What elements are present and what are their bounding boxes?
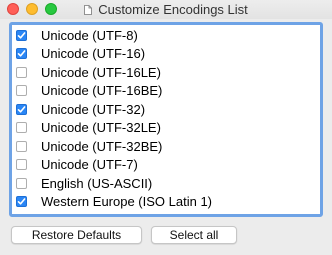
encodings-list[interactable]: Unicode (UTF-8) Unicode (UTF-16) Unicode (… xyxy=(9,22,323,217)
list-item[interactable]: Unicode (UTF-32LE) xyxy=(12,119,320,138)
checkmark-icon xyxy=(17,31,26,39)
list-item[interactable]: Unicode (UTF-32BE) xyxy=(12,137,320,156)
list-item[interactable]: Unicode (UTF-32) xyxy=(12,100,320,119)
encoding-label: Unicode (UTF-16) xyxy=(41,46,146,62)
list-item[interactable]: Unicode (UTF-16LE) xyxy=(12,63,320,82)
encoding-label: Unicode (UTF-8) xyxy=(41,27,138,43)
select-all-button[interactable]: Select all xyxy=(151,226,237,244)
encoding-label: Unicode (UTF-16LE) xyxy=(41,64,161,80)
encoding-checkbox[interactable] xyxy=(16,66,27,78)
encoding-checkbox[interactable] xyxy=(16,29,27,41)
encoding-checkbox[interactable] xyxy=(16,85,27,97)
checkmark-icon xyxy=(17,198,26,205)
encoding-checkbox[interactable] xyxy=(16,140,27,152)
encoding-checkbox[interactable] xyxy=(16,196,27,208)
encoding-checkbox[interactable] xyxy=(16,103,27,115)
list-item[interactable]: Unicode (UTF-8) xyxy=(12,26,320,45)
encoding-label: Unicode (UTF-7) xyxy=(41,157,138,173)
list-item[interactable]: Western Europe (ISO-8859-15) xyxy=(12,211,320,217)
encoding-label: Unicode (UTF-32) xyxy=(41,101,146,117)
encoding-label: Western Europe (ISO Latin 1) xyxy=(41,194,213,210)
encoding-label: English (US-ASCII) xyxy=(41,175,153,191)
checkmark-icon xyxy=(17,105,26,113)
window-title-area: Customize Encodings List xyxy=(0,0,332,19)
customize-encodings-window: Customize Encodings List Unicode (UTF-8)… xyxy=(0,0,332,255)
encoding-label: Unicode (UTF-32BE) xyxy=(41,138,163,154)
encoding-label: Unicode (UTF-16BE) xyxy=(41,83,163,99)
encoding-checkbox[interactable] xyxy=(16,122,27,134)
restore-defaults-button[interactable]: Restore Defaults xyxy=(11,226,142,244)
list-item[interactable]: Unicode (UTF-7) xyxy=(12,156,320,175)
title-bar[interactable]: Customize Encodings List xyxy=(0,0,332,19)
document-icon xyxy=(84,4,93,15)
encoding-label: Unicode (UTF-32LE) xyxy=(41,120,161,136)
list-item[interactable]: Unicode (UTF-16) xyxy=(12,45,320,64)
encodings-list-items: Unicode (UTF-8) Unicode (UTF-16) Unicode (… xyxy=(12,26,320,217)
encoding-checkbox[interactable] xyxy=(16,48,27,60)
encoding-checkbox[interactable] xyxy=(16,215,27,217)
encoding-label: Western Europe (ISO-8859-15) xyxy=(41,213,221,214)
encoding-checkbox[interactable] xyxy=(16,177,27,189)
list-item[interactable]: English (US-ASCII) xyxy=(12,174,320,193)
list-item[interactable]: Western Europe (ISO Latin 1) xyxy=(12,193,320,212)
checkmark-icon xyxy=(17,50,26,57)
window-title: Customize Encodings List xyxy=(98,2,248,17)
list-item[interactable]: Unicode (UTF-16BE) xyxy=(12,82,320,101)
encoding-checkbox[interactable] xyxy=(16,159,27,171)
